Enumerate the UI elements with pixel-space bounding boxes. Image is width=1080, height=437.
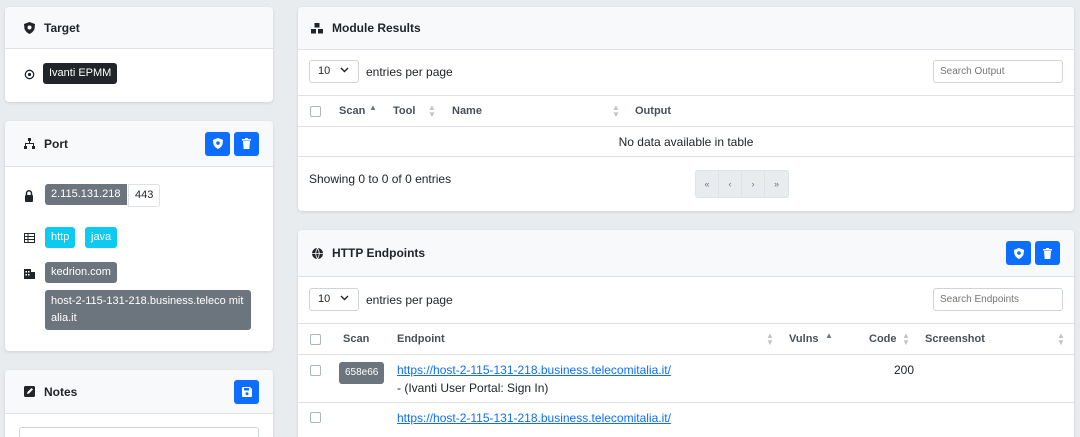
trash-icon — [242, 138, 251, 149]
notes-save-button[interactable] — [234, 379, 259, 404]
select-all-checkbox[interactable] — [310, 334, 321, 345]
http-endpoints-title: HTTP Endpoints — [332, 246, 426, 260]
shield-icon — [23, 21, 35, 34]
column-output[interactable]: Output — [635, 105, 671, 117]
shield-icon — [1013, 247, 1024, 259]
pagination: « ‹ › » — [695, 170, 789, 198]
hostname-badge[interactable]: host-2-115-131-218.business.teleco mital… — [45, 290, 251, 330]
page-size-value: 10 — [318, 65, 331, 77]
page-size-value: 10 — [318, 293, 331, 305]
edit-icon — [23, 386, 35, 398]
select-all-checkbox[interactable] — [310, 106, 321, 117]
column-code[interactable]: Code — [869, 333, 897, 345]
column-vulns[interactable]: Vulns — [789, 333, 819, 345]
module-table-header: Scan ▲ Tool ▲ ▼ Name ▲ ▼ Output — [298, 95, 1074, 127]
scan-badge[interactable]: 658e66 — [339, 362, 385, 384]
port-number: 443 — [128, 184, 161, 207]
sort-asc-icon: ▲ — [369, 103, 377, 112]
cubes-icon — [311, 22, 323, 34]
endpoints-table-header: Scan Endpoint ▲ ▼ Vulns ▲ Code ▲ ▼ Screens… — [298, 323, 1074, 355]
status-code: 200 — [894, 363, 915, 377]
row-checkbox[interactable] — [310, 412, 321, 423]
endpoints-scan-button[interactable] — [1006, 241, 1031, 265]
target-card-header: Target — [5, 7, 273, 49]
trash-icon — [1043, 247, 1052, 259]
next-page-button[interactable]: › — [742, 171, 765, 197]
port-title: Port — [44, 136, 68, 151]
first-page-button[interactable]: « — [696, 171, 719, 197]
sort-asc-icon: ▲ — [825, 331, 833, 340]
crosshair-icon — [23, 68, 35, 80]
table-row: 658e66 https://host-2-115-131-218.busine… — [298, 355, 1074, 403]
sort-icon: ▲ ▼ — [612, 103, 620, 119]
target-badge[interactable]: Ivanti EPMM — [43, 63, 118, 84]
endpoints-delete-button[interactable] — [1035, 241, 1060, 265]
globe-icon — [311, 247, 323, 259]
endpoint-subtitle: - (Ivanti User Portal: Sign In) — [397, 381, 549, 395]
column-scan[interactable]: Scan — [343, 333, 369, 345]
target-title: Target — [44, 20, 80, 35]
tech-badge-http[interactable]: http — [45, 227, 76, 248]
column-screenshot[interactable]: Screenshot — [925, 333, 985, 345]
sort-icon: ▲ ▼ — [428, 103, 436, 119]
column-tool[interactable]: Tool — [393, 105, 415, 117]
http-endpoints-card: HTTP Endpoints 10 entries per page Scan … — [298, 230, 1074, 437]
ip-badge[interactable]: 2.115.131.218 — [45, 184, 127, 205]
port-scan-button[interactable] — [205, 131, 230, 156]
module-results-title: Module Results — [332, 21, 421, 35]
sitemap-icon — [23, 138, 35, 150]
row-checkbox[interactable] — [310, 365, 321, 376]
prev-page-button[interactable]: ‹ — [719, 171, 742, 197]
sort-icon: ▲ ▼ — [766, 331, 774, 347]
entries-per-page-label: entries per page — [366, 293, 453, 307]
shield-icon — [212, 138, 223, 149]
tech-badge-java[interactable]: java — [85, 227, 118, 248]
search-output-input[interactable] — [933, 60, 1063, 83]
building-icon — [23, 267, 35, 279]
last-page-button[interactable]: » — [765, 171, 788, 197]
showing-entries-text: Showing 0 to 0 of 0 entries — [309, 172, 452, 186]
save-icon — [241, 386, 252, 397]
table-icon — [23, 232, 35, 244]
port-delete-button[interactable] — [234, 131, 259, 156]
target-card: Target Ivanti EPMM — [5, 7, 273, 102]
empty-table-row: No data available in table — [298, 127, 1074, 157]
entries-per-page-label: entries per page — [366, 65, 453, 79]
notes-card-header: Notes — [5, 370, 273, 414]
table-row: https://host-2-115-131-218.business.tele… — [298, 403, 1074, 437]
notes-title: Notes — [44, 384, 78, 399]
lock-icon — [23, 190, 35, 202]
port-card: Port 2.115.131.218 443 http java kedrion… — [5, 121, 273, 351]
chevron-down-icon — [340, 295, 349, 301]
empty-table-text: No data available in table — [618, 135, 754, 149]
http-endpoints-header: HTTP Endpoints — [298, 230, 1074, 277]
sort-icon: ▲ ▼ — [902, 331, 910, 347]
column-scan[interactable]: Scan — [339, 105, 365, 117]
hostname-badge[interactable]: kedrion.com — [45, 262, 117, 283]
module-results-card: Module Results 10 entries per page Scan … — [298, 7, 1074, 211]
column-endpoint[interactable]: Endpoint — [397, 333, 445, 345]
module-page-size-select[interactable]: 10 — [309, 60, 359, 83]
chevron-down-icon — [340, 67, 349, 73]
endpoint-link[interactable]: https://host-2-115-131-218.business.tele… — [397, 363, 671, 377]
notes-card: Notes — [5, 370, 273, 437]
endpoints-page-size-select[interactable]: 10 — [309, 288, 359, 311]
endpoint-link[interactable]: https://host-2-115-131-218.business.tele… — [397, 411, 671, 425]
port-card-header: Port — [5, 121, 273, 167]
search-endpoints-input[interactable] — [933, 288, 1063, 311]
module-results-header: Module Results — [298, 7, 1074, 50]
notes-textarea[interactable] — [19, 427, 259, 437]
column-name[interactable]: Name — [452, 105, 482, 117]
sort-icon: ▲ ▼ — [1057, 331, 1065, 347]
